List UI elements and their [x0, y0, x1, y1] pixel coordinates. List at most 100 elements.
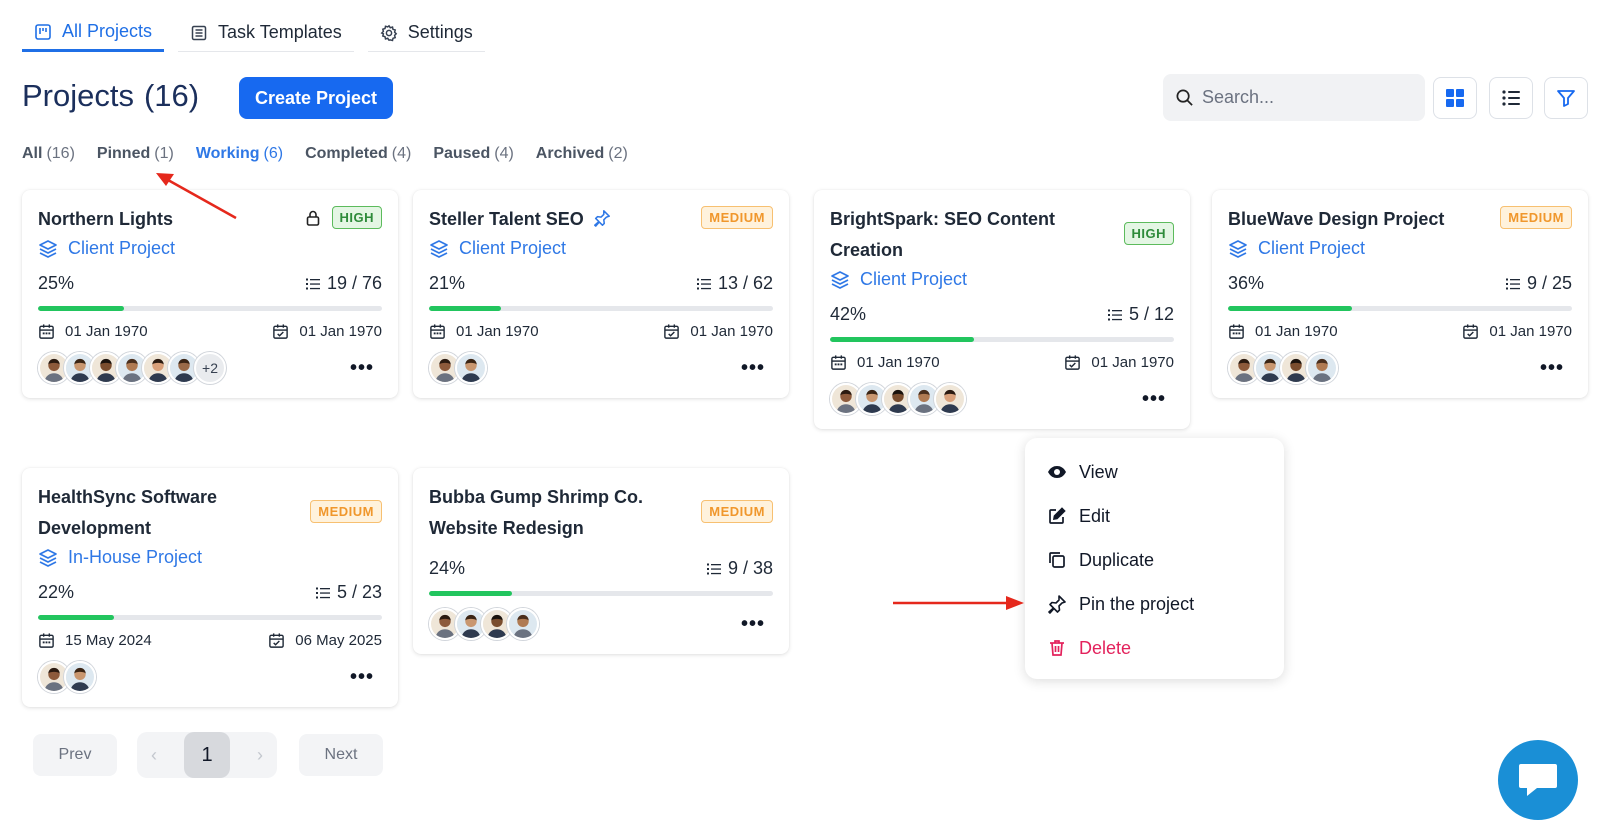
start-date: 01 Jan 1970 [429, 323, 539, 340]
create-project-button[interactable]: Create Project [239, 77, 393, 119]
avatar[interactable] [64, 661, 96, 693]
calendar-check-icon [1463, 324, 1479, 339]
end-date: 01 Jan 1970 [1064, 354, 1174, 371]
menu-item-delete[interactable]: Delete [1025, 626, 1284, 670]
card-badges: HIGH [1123, 222, 1174, 245]
kanban-icon [35, 23, 51, 40]
status-filters: All (16) Pinned (1) Working (6) Completed (4… [22, 145, 628, 163]
chevron-right-icon[interactable]: › [257, 745, 263, 766]
calendar-check-icon [1065, 355, 1081, 370]
project-count: (16) [143, 78, 200, 113]
tab-task-templates[interactable]: Task Templates [178, 14, 354, 52]
top-tabs: All Projects Task Templates Settings [22, 14, 499, 54]
tab-settings[interactable]: Settings [367, 14, 485, 52]
more-options-button[interactable]: ••• [1134, 389, 1174, 409]
next-page-button[interactable]: Next [299, 734, 383, 776]
card-footer: ••• [830, 383, 1174, 415]
more-members-badge[interactable]: +2 [194, 352, 226, 384]
arrow-to-pinned-head [156, 173, 174, 186]
task-count: 5 / 12 [1107, 304, 1174, 325]
member-avatars[interactable] [429, 352, 487, 384]
tab-all-projects[interactable]: All Projects [22, 14, 165, 52]
filter-working[interactable]: Working (6) [196, 145, 283, 163]
menu-item-edit[interactable]: Edit [1025, 494, 1284, 538]
menu-item-duplicate[interactable]: Duplicate [1025, 538, 1284, 582]
task-list-icon [706, 563, 721, 574]
chevron-left-icon[interactable]: ‹ [151, 745, 157, 766]
end-date: 01 Jan 1970 [272, 323, 382, 340]
card-footer: ••• [429, 352, 773, 384]
project-type-label: In-House Project [68, 547, 203, 567]
progress-row: 22% 5 / 23 [38, 582, 382, 603]
more-options-button[interactable]: ••• [733, 614, 773, 634]
member-avatars[interactable]: +2 [38, 352, 226, 384]
calendar-check-icon [664, 324, 680, 339]
progress-bar-fill [429, 306, 502, 311]
project-card[interactable]: Northern Lights HIGH Client Project 25% … [22, 190, 398, 398]
list-view-button[interactable] [1489, 77, 1533, 119]
search-input[interactable] [1202, 87, 1412, 108]
avatar[interactable] [455, 352, 487, 384]
prev-page-button[interactable]: Prev [33, 734, 117, 776]
more-options-button[interactable]: ••• [342, 358, 382, 378]
project-card[interactable]: BlueWave Design Project MEDIUM Client Pr… [1212, 190, 1588, 398]
project-card[interactable]: HealthSync Software Development MEDIUM I… [22, 468, 398, 707]
avatar[interactable] [507, 608, 539, 640]
priority-badge: MEDIUM [701, 206, 773, 229]
priority-badge: HIGH [1123, 222, 1174, 245]
filter-pinned[interactable]: Pinned (1) [97, 145, 174, 163]
more-options-button[interactable]: ••• [733, 358, 773, 378]
project-context-menu: View Edit Duplicate Pin the project Dele… [1025, 438, 1284, 679]
avatar[interactable] [1306, 352, 1338, 384]
filter-paused[interactable]: Paused (4) [433, 145, 513, 163]
progress-bar-fill [38, 615, 114, 620]
calendar-icon [39, 633, 54, 648]
project-card[interactable]: BrightSpark: SEO Content Creation HIGH C… [814, 190, 1190, 429]
grid-view-button[interactable] [1433, 77, 1477, 119]
progress-row: 25% 19 / 76 [38, 273, 382, 294]
progress-bar-fill [1228, 306, 1352, 311]
page-number[interactable]: 1 [184, 732, 230, 778]
task-count: 9 / 25 [1505, 273, 1572, 294]
progress-row: 42% 5 / 12 [830, 304, 1174, 325]
member-avatars[interactable] [38, 661, 96, 693]
tab-label: Settings [407, 22, 473, 42]
task-list-icon [315, 587, 330, 598]
filter-button[interactable] [1544, 77, 1588, 119]
more-options-button[interactable]: ••• [1532, 358, 1572, 378]
progress-bar-fill [429, 591, 512, 596]
project-dates: 15 May 2024 06 May 2025 [38, 632, 382, 649]
start-date: 01 Jan 1970 [38, 323, 148, 340]
calendar-check-icon [269, 633, 285, 648]
progress-bar [38, 306, 382, 311]
project-type-label: Client Project [860, 269, 968, 289]
progress-percent: 42% [830, 304, 867, 324]
avatar[interactable] [934, 383, 966, 415]
project-card[interactable]: Bubba Gump Shrimp Co. Website Redesign M… [413, 468, 789, 654]
member-avatars[interactable] [429, 608, 539, 640]
project-title[interactable]: BrightSpark: SEO Content Creation [830, 204, 1174, 266]
filter-archived[interactable]: Archived (2) [536, 145, 628, 163]
filter-all[interactable]: All (16) [22, 145, 75, 163]
list-icon [1502, 90, 1520, 106]
member-avatars[interactable] [830, 383, 966, 415]
card-footer: ••• [38, 661, 382, 693]
project-card[interactable]: Steller Talent SEO MEDIUM Client Project… [413, 190, 789, 398]
layers-icon [39, 239, 57, 258]
layers-icon [39, 548, 57, 567]
menu-item-view[interactable]: View [1025, 450, 1284, 494]
card-footer: +2 ••• [38, 352, 382, 384]
task-list-icon [1505, 278, 1520, 289]
more-options-button[interactable]: ••• [342, 667, 382, 687]
menu-item-label: Duplicate [1079, 549, 1155, 570]
menu-item-pin[interactable]: Pin the project [1025, 582, 1284, 626]
layers-icon [430, 239, 448, 258]
filter-completed[interactable]: Completed (4) [305, 145, 411, 163]
gear-icon [380, 24, 398, 41]
chat-widget-button[interactable] [1498, 740, 1578, 820]
member-avatars[interactable] [1228, 352, 1338, 384]
tab-label: All Projects [62, 21, 153, 41]
priority-badge: MEDIUM [310, 500, 382, 523]
filter-icon [1557, 90, 1575, 107]
progress-bar [429, 306, 773, 311]
